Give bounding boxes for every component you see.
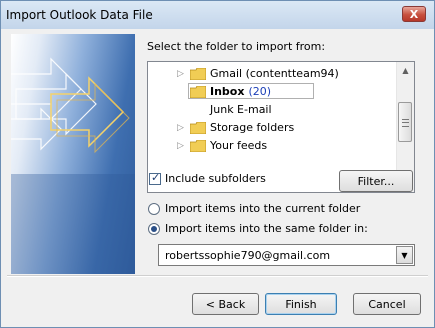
close-icon: X [409,7,419,21]
scroll-up-icon[interactable]: ▲ [397,62,414,79]
expand-arrow-icon[interactable]: ▷ [177,138,187,154]
tree-item-junk[interactable]: Junk E-mail [148,101,396,119]
folder-prompt: Select the folder to import from: [147,40,326,53]
destination-folder-value: robertssophie790@gmail.com [165,249,331,262]
window-title: Import Outlook Data File [6,8,153,22]
back-button[interactable]: < Back [192,293,259,315]
radio-same-folder[interactable] [148,223,160,235]
tree-item-label: Inbox [210,85,245,98]
dialog-content: Select the folder to import from: ▷ Gmai… [7,30,428,323]
radio-current-folder-label: Import items into the current folder [165,202,361,215]
import-dialog: Import Outlook Data File X Select the fo… [0,0,435,328]
checkmark-icon: ✓ [151,171,161,184]
import-arrows-icon [11,57,135,274]
folder-icon [190,68,206,80]
tree-item-inbox[interactable]: Inbox (20) [148,83,396,101]
finish-button[interactable]: Finish [265,293,337,315]
tree-item-storage[interactable]: ▷ Storage folders [148,119,396,137]
tree-item-label: Junk E-mail [210,103,272,116]
filter-button[interactable]: Filter... [339,170,413,192]
footer-divider [7,275,428,277]
wizard-illustration [11,34,135,274]
tree-item-feeds[interactable]: ▷ Your feeds [148,137,396,155]
scroll-thumb[interactable] [398,102,412,142]
close-button[interactable]: X [402,6,426,22]
expand-arrow-icon[interactable]: ▷ [177,66,187,82]
radio-dot [151,226,157,232]
include-subfolders-checkbox[interactable]: ✓ [149,171,161,185]
tree-item-label: Storage folders [210,121,295,134]
tree-item-gmail[interactable]: ▷ Gmail (contentteam94) [148,65,396,83]
folder-icon [190,140,206,152]
expand-arrow-icon[interactable]: ▷ [177,120,187,136]
title-bar[interactable]: Import Outlook Data File X [1,1,434,29]
grip-icon [402,119,409,127]
cancel-button[interactable]: Cancel [353,293,421,315]
tree-item-label: Gmail (contentteam94) [210,67,339,80]
tree-item-label: Your feeds [210,139,268,152]
radio-same-folder-label: Import items into the same folder in: [165,222,368,235]
include-subfolders-label: Include subfolders [165,172,266,185]
unread-count: (20) [248,85,272,98]
folder-icon [190,86,206,98]
folder-icon [190,122,206,134]
radio-current-folder[interactable] [148,203,160,215]
dropdown-arrow-icon[interactable]: ▼ [396,246,413,264]
destination-folder-select[interactable]: robertssophie790@gmail.com ▼ [158,244,415,266]
